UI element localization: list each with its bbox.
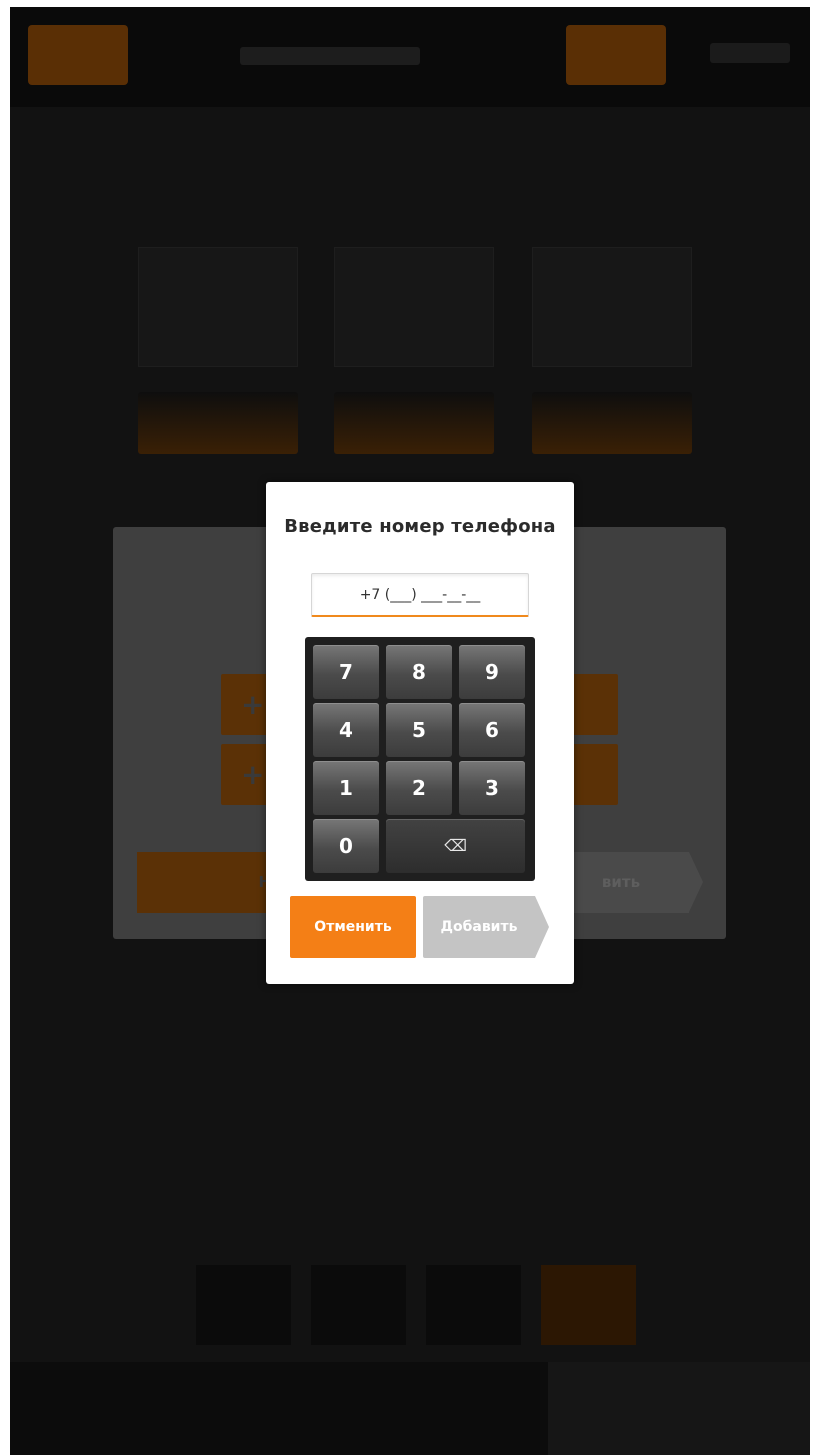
key-6[interactable]: 6 [459,703,525,757]
pager-item-active [541,1265,636,1345]
top-right-button [566,25,666,85]
top-title-placeholder [240,47,420,65]
pager-item [311,1265,406,1345]
pager-item [196,1265,291,1345]
backspace-key[interactable]: ⌫ [386,819,525,873]
cancel-button[interactable]: Отменить [290,896,416,958]
key-1[interactable]: 1 [313,761,379,815]
key-5[interactable]: 5 [386,703,452,757]
key-9[interactable]: 9 [459,645,525,699]
tile-button [138,392,298,454]
plus-icon: + [241,688,265,721]
key-0[interactable]: 0 [313,819,379,873]
tile-image [138,247,298,367]
pager-item [426,1265,521,1345]
tile-button [532,392,692,454]
background-next-arrow [689,852,703,912]
add-button[interactable]: Добавить [423,896,535,958]
pager [196,1265,636,1345]
key-3[interactable]: 3 [459,761,525,815]
tile-image [334,247,494,367]
plus-icon: + [241,758,265,791]
product-tile [334,247,494,457]
bottom-bar [10,1362,810,1455]
numeric-keypad: 7 8 9 4 5 6 1 2 3 0 ⌫ [305,637,535,881]
top-left-button [28,25,128,85]
modal-title: Введите номер телефона [284,516,556,537]
product-tile [138,247,298,457]
key-4[interactable]: 4 [313,703,379,757]
bottom-bar-right [548,1362,810,1455]
product-tile [532,247,692,457]
phone-input[interactable] [311,573,529,617]
backspace-icon: ⌫ [444,836,467,855]
add-button-arrow [535,896,549,958]
tile-image [532,247,692,367]
top-language-placeholder [710,43,790,63]
tile-button [334,392,494,454]
phone-modal: Введите номер телефона 7 8 9 4 5 6 1 2 3… [266,482,574,984]
top-bar [10,7,810,107]
key-2[interactable]: 2 [386,761,452,815]
key-7[interactable]: 7 [313,645,379,699]
key-8[interactable]: 8 [386,645,452,699]
